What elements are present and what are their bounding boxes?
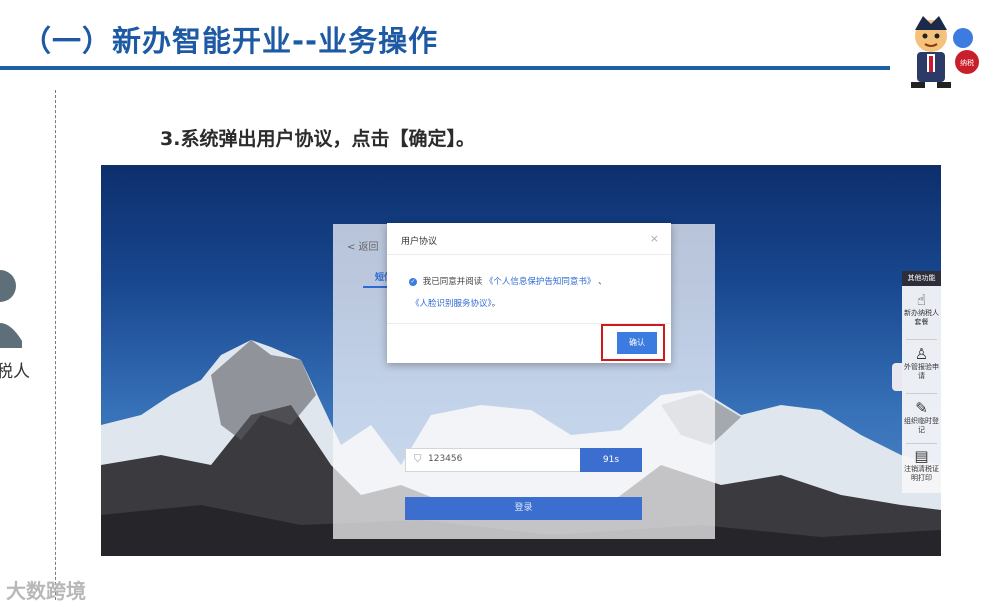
agreement-end: 。 xyxy=(491,299,501,309)
dialog-divider xyxy=(387,254,671,255)
separator: 、 xyxy=(598,277,607,287)
pen-icon: ✎ xyxy=(915,399,928,417)
side-item-label: 新办纳税人套餐 xyxy=(904,309,939,326)
checked-circle-icon[interactable]: ✓ xyxy=(409,277,417,286)
agreement-checkbox-row[interactable]: ✓ 我已同意并阅读 《个人信息保护告知同意书》 、 xyxy=(409,275,607,287)
hand-pointer-icon: ☝ xyxy=(916,291,927,309)
side-label: 税人 xyxy=(0,362,30,382)
resend-countdown-button[interactable]: 91s xyxy=(580,448,642,472)
step-instruction: 3.系统弹出用户协议，点击【确定】。 xyxy=(160,128,475,150)
embedded-screenshot: < 返回 短信 ⛉ 123456 91s 登录 用户协议 × ✓ 我已同意并阅读… xyxy=(101,165,941,556)
side-item-label: 注销清税证明打印 xyxy=(904,465,939,482)
side-divider xyxy=(906,393,937,394)
side-panel-title: 其他功能 xyxy=(902,271,941,286)
agreement-row-2: 《人脸识别服务协议》。 xyxy=(411,297,500,309)
taxpayer-avatar-icon xyxy=(0,270,22,348)
side-divider xyxy=(906,339,937,340)
watermark: 大数跨境 xyxy=(6,579,86,603)
dialog-title: 用户协议 xyxy=(401,237,438,247)
mascot-icon: 纳税 xyxy=(911,16,979,88)
title-underline xyxy=(0,66,890,70)
side-item-inspection-application[interactable]: ♙ 外管报验申请 xyxy=(902,345,941,381)
agree-prefix: 我已同意并阅读 xyxy=(422,277,483,287)
side-item-deregistration-print[interactable]: ▤ 注销清税证明打印 xyxy=(902,447,941,483)
document-icon: ▤ xyxy=(914,447,929,465)
verification-code-input[interactable]: ⛉ 123456 xyxy=(405,448,581,472)
svg-text:纳税: 纳税 xyxy=(960,58,974,67)
shield-icon: ⛉ xyxy=(414,454,422,465)
close-icon[interactable]: × xyxy=(650,232,659,245)
face-recognition-agreement-link[interactable]: 《人脸识别服务协议》 xyxy=(411,299,492,309)
side-panel-toggle[interactable] xyxy=(892,363,902,391)
side-item-temp-registration[interactable]: ✎ 组织临时登记 xyxy=(902,399,941,435)
privacy-notice-link[interactable]: 《个人信息保护告知同意书》 xyxy=(485,277,596,287)
back-link[interactable]: < 返回 xyxy=(347,238,379,253)
confirm-highlight-box xyxy=(601,324,665,361)
side-item-label: 组织临时登记 xyxy=(904,417,939,434)
side-divider xyxy=(906,443,937,444)
side-item-label: 外管报验申请 xyxy=(904,363,939,380)
other-functions-panel: 其他功能 ☝ 新办纳税人套餐 ♙ 外管报验申请 ✎ 组织临时登记 ▤ 注销清税证… xyxy=(902,271,941,493)
verification-code-value: 123456 xyxy=(428,454,463,464)
person-icon: ♙ xyxy=(914,345,929,363)
slide-title: （一）新办智能开业--业务操作 xyxy=(22,24,439,58)
login-button[interactable]: 登录 xyxy=(405,497,642,520)
dotted-divider xyxy=(55,90,56,600)
side-item-new-taxpayer-package[interactable]: ☝ 新办纳税人套餐 xyxy=(902,291,941,327)
